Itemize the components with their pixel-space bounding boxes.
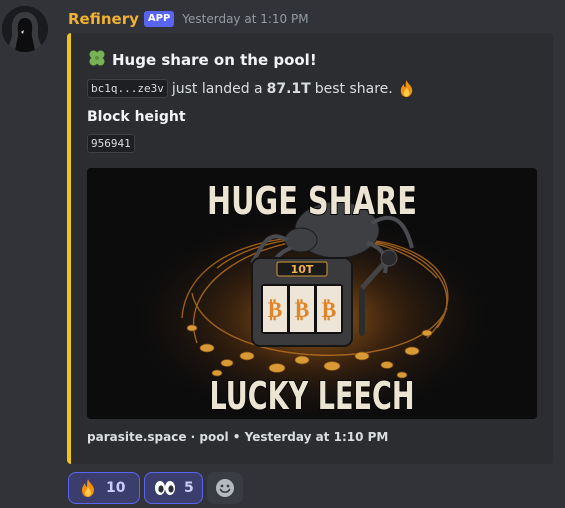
slot-label: 10T: [291, 263, 314, 276]
message-timestamp[interactable]: Yesterday at 1:10 PM: [182, 12, 308, 26]
reaction-count: 5: [184, 480, 194, 496]
fire-icon: [397, 79, 416, 98]
image-bottom-text: LUCKY LEECH: [210, 374, 415, 418]
reaction-fire[interactable]: 10: [68, 472, 140, 504]
reel-2: ₿: [295, 298, 310, 323]
reaction-eyes[interactable]: 5: [144, 472, 203, 504]
author-name[interactable]: Refinery: [68, 10, 139, 28]
four-leaf-clover-icon: [87, 48, 107, 72]
desc-suffix: best share.: [314, 80, 393, 97]
field-name-block-height: Block height: [87, 109, 186, 125]
app-badge: APP: [143, 11, 175, 27]
embed-footer: parasite.space · pool • Yesterday at 1:1…: [87, 430, 389, 444]
eyes-icon: [154, 478, 176, 498]
address-code: bc1q...ze3v: [87, 79, 168, 98]
smiley-icon: [215, 478, 235, 498]
block-height-code: 956941: [87, 134, 135, 153]
reaction-count: 10: [106, 480, 126, 496]
reel-3: ₿: [322, 298, 337, 323]
share-value: 87.1T: [266, 80, 311, 97]
field-value-block-height: 956941: [87, 132, 135, 153]
reel-1: ₿: [268, 298, 283, 323]
reactions-bar: 10 5: [68, 472, 243, 504]
embed-description: bc1q...ze3v just landed a 87.1T best sha…: [87, 79, 416, 98]
embed-card: Huge share on the pool! bc1q...ze3v just…: [67, 33, 553, 464]
add-reaction-button[interactable]: [207, 472, 243, 504]
desc-text: just landed a: [171, 80, 263, 97]
embed-title-text: Huge share on the pool!: [112, 51, 317, 69]
image-top-text: HUGE SHARE: [207, 179, 417, 223]
embed-title: Huge share on the pool!: [87, 48, 317, 72]
avatar[interactable]: [2, 6, 48, 52]
fire-icon: [78, 478, 98, 498]
message-header: Refinery APP Yesterday at 1:10 PM: [68, 9, 309, 29]
embed-image[interactable]: 10T ₿ ₿ ₿ HUGE SHARE LUCKY LEECH: [87, 168, 537, 419]
